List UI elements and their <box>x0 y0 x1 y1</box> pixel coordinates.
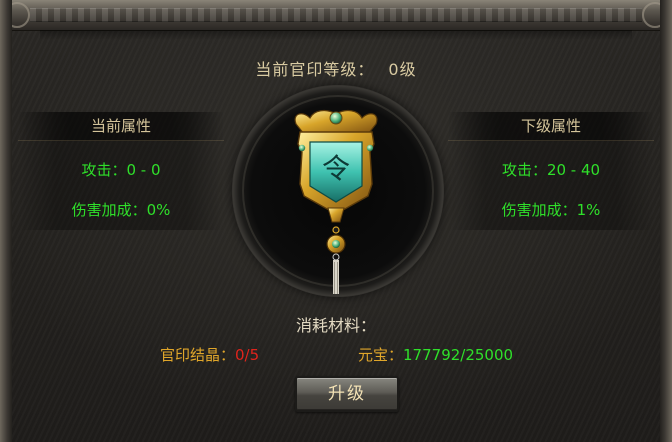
crystal-value: 0/5 <box>235 346 260 364</box>
seal-level-title: 当前官印等级： 0级 <box>0 56 672 79</box>
cost-crystal: 官印结晶：0/5 <box>160 344 259 365</box>
next-attack: 攻击：20 - 40 <box>501 161 601 179</box>
cost-materials-title: 消耗材料： <box>295 316 376 335</box>
seal-level-value: 0级 <box>388 60 417 79</box>
ingot-value: 177792/25000 <box>403 346 514 364</box>
next-attributes-panel: 下级属性 攻击：20 - 40 伤害加成：1% <box>448 112 654 230</box>
panel-top-border <box>0 0 672 31</box>
seal-level-label: 当前官印等级： <box>255 60 375 79</box>
current-damage-bonus: 伤害加成：0% <box>71 201 171 219</box>
next-attributes-header: 下级属性 <box>448 112 654 141</box>
ingot-label: 元宝： <box>358 346 404 364</box>
current-attributes-header: 当前属性 <box>18 112 224 141</box>
current-attributes-panel: 当前属性 攻击：0 - 0 伤害加成：0% <box>18 112 224 230</box>
current-attack: 攻击：0 - 0 <box>81 161 161 179</box>
medal-glyph: 令 <box>322 152 350 185</box>
top-border-pattern <box>30 8 642 22</box>
crystal-label: 官印结晶： <box>160 346 236 364</box>
seal-upgrade-panel: 当前官印等级： 0级 当前属性 攻击：0 - 0 伤害加成：0% 下级属性 攻击：… <box>0 0 672 442</box>
cost-ingot: 元宝：177792/25000 <box>358 344 513 365</box>
next-damage-bonus: 伤害加成：1% <box>501 201 601 219</box>
top-shadow-bar <box>40 30 632 40</box>
upgrade-button[interactable]: 升级 <box>295 376 399 412</box>
official-seal-medal-icon: 令 <box>294 109 378 294</box>
